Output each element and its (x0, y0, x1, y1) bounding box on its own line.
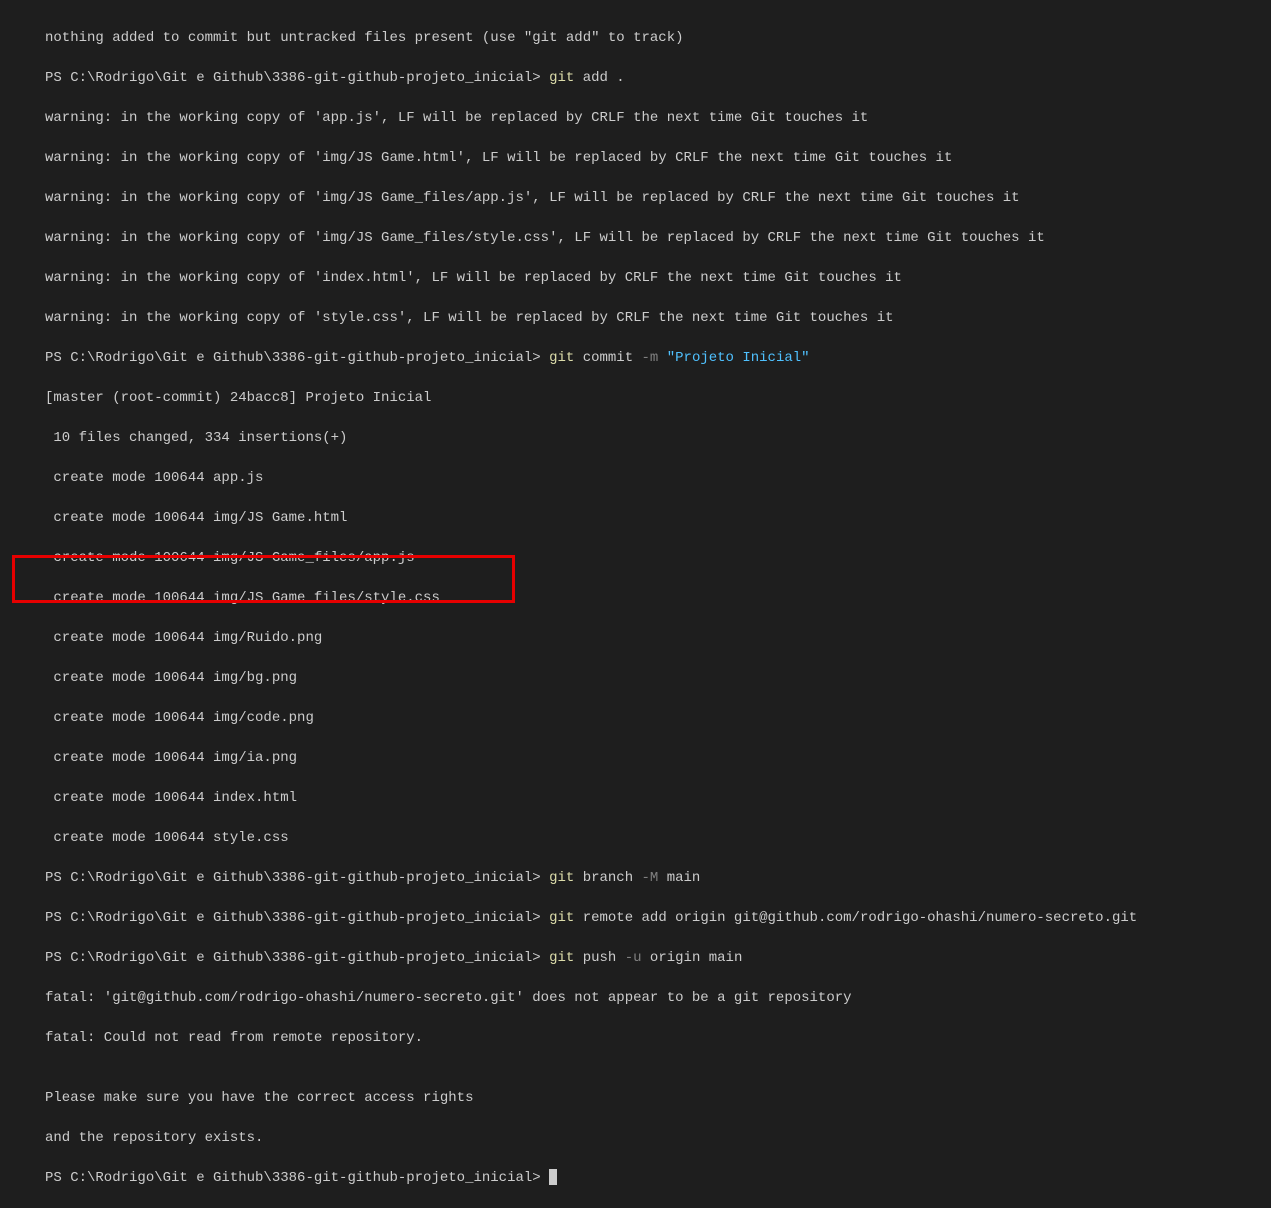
terminal-line: PS C:\Rodrigo\Git e Github\3386-git-gith… (45, 868, 1271, 888)
command-args: origin main (642, 950, 743, 966)
prompt-text: PS C:\Rodrigo\Git e Github\3386-git-gith… (45, 1170, 549, 1186)
cursor-icon (549, 1169, 557, 1185)
terminal-line: fatal: Could not read from remote reposi… (45, 1028, 1271, 1048)
command-flag: -u (625, 950, 642, 966)
git-command: git (549, 950, 583, 966)
terminal-line: warning: in the working copy of 'style.c… (45, 308, 1271, 328)
terminal-line: create mode 100644 app.js (45, 468, 1271, 488)
terminal-output[interactable]: nothing added to commit but untracked fi… (0, 8, 1271, 1208)
terminal-line: create mode 100644 style.css (45, 828, 1271, 848)
terminal-line: warning: in the working copy of 'img/JS … (45, 228, 1271, 248)
terminal-line: [master (root-commit) 24bacc8] Projeto I… (45, 388, 1271, 408)
git-command: git (549, 70, 583, 86)
terminal-line: warning: in the working copy of 'index.h… (45, 268, 1271, 288)
terminal-line: create mode 100644 img/JS Game.html (45, 508, 1271, 528)
terminal-line: create mode 100644 img/ia.png (45, 748, 1271, 768)
command-args: add . (583, 70, 625, 86)
terminal-line: create mode 100644 img/Ruido.png (45, 628, 1271, 648)
terminal-line: warning: in the working copy of 'app.js'… (45, 108, 1271, 128)
command-args: main (658, 870, 700, 886)
terminal-line: create mode 100644 index.html (45, 788, 1271, 808)
terminal-line: PS C:\Rodrigo\Git e Github\3386-git-gith… (45, 908, 1271, 928)
terminal-line: 10 files changed, 334 insertions(+) (45, 428, 1271, 448)
terminal-line: create mode 100644 img/JS Game_files/sty… (45, 588, 1271, 608)
terminal-line: PS C:\Rodrigo\Git e Github\3386-git-gith… (45, 68, 1271, 88)
terminal-line: create mode 100644 img/JS Game_files/app… (45, 548, 1271, 568)
command-args: remote add origin git@github.com/rodrigo… (583, 910, 1138, 926)
git-command: git (549, 870, 583, 886)
git-command: git (549, 350, 583, 366)
terminal-line: Please make sure you have the correct ac… (45, 1088, 1271, 1108)
terminal-line: PS C:\Rodrigo\Git e Github\3386-git-gith… (45, 948, 1271, 968)
prompt-text: PS C:\Rodrigo\Git e Github\3386-git-gith… (45, 70, 549, 86)
command-args: push (583, 950, 625, 966)
command-args: commit (583, 350, 642, 366)
prompt-text: PS C:\Rodrigo\Git e Github\3386-git-gith… (45, 910, 549, 926)
terminal-line: warning: in the working copy of 'img/JS … (45, 188, 1271, 208)
command-string: "Projeto Inicial" (667, 350, 810, 366)
terminal-line: and the repository exists. (45, 1128, 1271, 1148)
terminal-line: PS C:\Rodrigo\Git e Github\3386-git-gith… (45, 348, 1271, 368)
git-command: git (549, 910, 583, 926)
prompt-text: PS C:\Rodrigo\Git e Github\3386-git-gith… (45, 950, 549, 966)
command-flag: -M (642, 870, 659, 886)
command-flag: -m (642, 350, 667, 366)
terminal-line: PS C:\Rodrigo\Git e Github\3386-git-gith… (45, 1168, 1271, 1188)
prompt-text: PS C:\Rodrigo\Git e Github\3386-git-gith… (45, 870, 549, 886)
terminal-line: nothing added to commit but untracked fi… (45, 28, 1271, 48)
command-args: branch (583, 870, 642, 886)
terminal-line: warning: in the working copy of 'img/JS … (45, 148, 1271, 168)
terminal-line: create mode 100644 img/bg.png (45, 668, 1271, 688)
prompt-text: PS C:\Rodrigo\Git e Github\3386-git-gith… (45, 350, 549, 366)
terminal-line: create mode 100644 img/code.png (45, 708, 1271, 728)
terminal-line: fatal: 'git@github.com/rodrigo-ohashi/nu… (45, 988, 1271, 1008)
